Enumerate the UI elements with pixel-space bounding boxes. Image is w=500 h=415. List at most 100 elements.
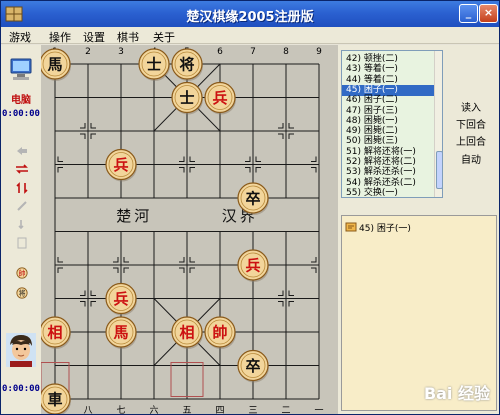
- piece-black[interactable]: 士: [146, 56, 161, 74]
- file-number-top: 2: [85, 47, 91, 57]
- scroll-thumb[interactable]: [436, 151, 442, 189]
- piece-red[interactable]: 帥: [212, 324, 227, 342]
- menu-settings[interactable]: 设置: [83, 29, 105, 45]
- point-marker: [311, 167, 317, 173]
- point-marker: [288, 123, 294, 129]
- minimize-button[interactable]: _: [459, 4, 478, 23]
- piece-black[interactable]: 卒: [245, 357, 260, 375]
- piece-black[interactable]: 車: [47, 391, 62, 409]
- left-toolbar: 电脑 0:00:00 帥 将 0:00:00: [1, 45, 41, 414]
- close-button[interactable]: ×: [479, 4, 498, 23]
- point-marker: [90, 301, 96, 307]
- piece-red[interactable]: 兵: [245, 257, 260, 275]
- piece-black[interactable]: 士: [179, 89, 194, 107]
- computer-icon: [10, 58, 32, 80]
- menu-chess-book[interactable]: 棋书: [117, 29, 139, 45]
- top-timer: 0:00:00: [2, 109, 40, 119]
- piece-red[interactable]: 馬: [113, 324, 128, 342]
- player-avatar: [1, 333, 41, 367]
- point-marker: [80, 133, 86, 139]
- piece-red[interactable]: 兵: [113, 290, 128, 308]
- file-number-bottom: 二: [281, 406, 290, 414]
- point-marker: [245, 156, 251, 162]
- point-marker: [311, 156, 317, 162]
- edit-icon[interactable]: [15, 218, 29, 230]
- action-buttons: 读入 下回合 上回合 自动: [444, 50, 498, 198]
- move-list-scrollbar[interactable]: [434, 51, 442, 197]
- notes-icon[interactable]: [15, 237, 29, 249]
- svg-text:帥: 帥: [19, 269, 26, 278]
- point-marker: [90, 290, 96, 296]
- point-marker: [179, 267, 185, 273]
- file-number-bottom: 六: [149, 404, 158, 414]
- file-number-bottom: 五: [182, 406, 191, 414]
- piece-red[interactable]: 相: [179, 324, 194, 342]
- file-number-bottom: 七: [116, 405, 125, 414]
- point-marker: [189, 267, 195, 273]
- point-marker: [189, 156, 195, 162]
- menu-bar: 游戏 操作 设置 棋书 关于: [1, 27, 499, 44]
- point-marker: [288, 290, 294, 296]
- right-panel: 42) 顿挫(二) 43) 等着(一) 44) 等着(二) 45) 困子(一) 46) …: [338, 45, 499, 414]
- flip-icon[interactable]: [15, 182, 29, 194]
- piece-red[interactable]: 相: [47, 324, 62, 342]
- title-bar: 楚汉棋缘2005注册版 _ ×: [1, 1, 499, 27]
- river-label-left: 楚河: [116, 207, 152, 225]
- comment-icon: [345, 222, 357, 232]
- piece-red[interactable]: 兵: [113, 156, 128, 174]
- file-number-top: 7: [250, 47, 256, 57]
- watermark: Bai 经验: [423, 384, 490, 403]
- menu-about[interactable]: 关于: [153, 29, 175, 45]
- new-game-icon[interactable]: 帥: [15, 267, 29, 279]
- file-number-bottom: 一: [314, 406, 323, 414]
- point-marker: [57, 167, 63, 173]
- point-marker: [57, 257, 63, 263]
- point-marker: [179, 167, 185, 173]
- undo-icon[interactable]: [15, 145, 29, 157]
- point-marker: [278, 301, 284, 307]
- file-number-bottom: 三: [248, 406, 257, 414]
- point-marker: [278, 290, 284, 296]
- computer-label: 电脑: [11, 95, 31, 106]
- previous-round-button[interactable]: 上回合: [444, 133, 498, 148]
- point-marker: [123, 267, 129, 273]
- point-marker: [80, 123, 86, 129]
- piece-black[interactable]: 将: [179, 56, 194, 74]
- point-marker: [255, 167, 261, 173]
- svg-text:将: 将: [19, 289, 26, 298]
- point-marker: [90, 123, 96, 129]
- file-number-bottom: 四: [215, 406, 224, 414]
- point-marker: [245, 167, 251, 173]
- hint-icon[interactable]: [15, 200, 29, 212]
- point-marker: [311, 267, 317, 273]
- chess-board[interactable]: 123456789九八七六五四三二一楚河汉界馬士将士兵兵卒兵兵相馬相帥卒車: [41, 45, 338, 414]
- point-marker: [255, 156, 261, 162]
- point-marker: [113, 267, 119, 273]
- computer-player: [1, 57, 41, 81]
- point-marker: [113, 257, 119, 263]
- point-marker: [189, 167, 195, 173]
- window-title: 楚汉棋缘2005注册版: [186, 10, 314, 25]
- lose-icon[interactable]: 将: [15, 287, 29, 299]
- chess-board-area[interactable]: 123456789九八七六五四三二一楚河汉界馬士将士兵兵卒兵兵相馬相帥卒車: [41, 45, 338, 414]
- load-button[interactable]: 读入: [444, 99, 498, 114]
- next-round-button[interactable]: 下回合: [444, 116, 498, 131]
- point-marker: [189, 257, 195, 263]
- point-marker: [278, 123, 284, 129]
- swap-icon[interactable]: [15, 163, 29, 175]
- file-number-top: 8: [283, 47, 289, 57]
- piece-black[interactable]: 卒: [245, 190, 260, 208]
- comment-panel: 45) 困子(一) Bai 经验: [341, 215, 497, 411]
- move-list[interactable]: 42) 顿挫(二) 43) 等着(一) 44) 等着(二) 45) 困子(一) 46) …: [341, 50, 443, 198]
- auto-button[interactable]: 自动: [444, 151, 498, 166]
- move-list-item[interactable]: 55) 交换(一): [342, 188, 434, 197]
- piece-black[interactable]: 馬: [47, 56, 62, 74]
- menu-game[interactable]: 游戏: [9, 29, 31, 45]
- piece-red[interactable]: 兵: [212, 89, 227, 107]
- file-number-top: 9: [316, 47, 322, 57]
- file-number-top: 3: [118, 47, 124, 57]
- menu-operate[interactable]: 操作: [49, 29, 71, 45]
- point-marker: [90, 133, 96, 139]
- point-marker: [57, 267, 63, 273]
- point-marker: [311, 257, 317, 263]
